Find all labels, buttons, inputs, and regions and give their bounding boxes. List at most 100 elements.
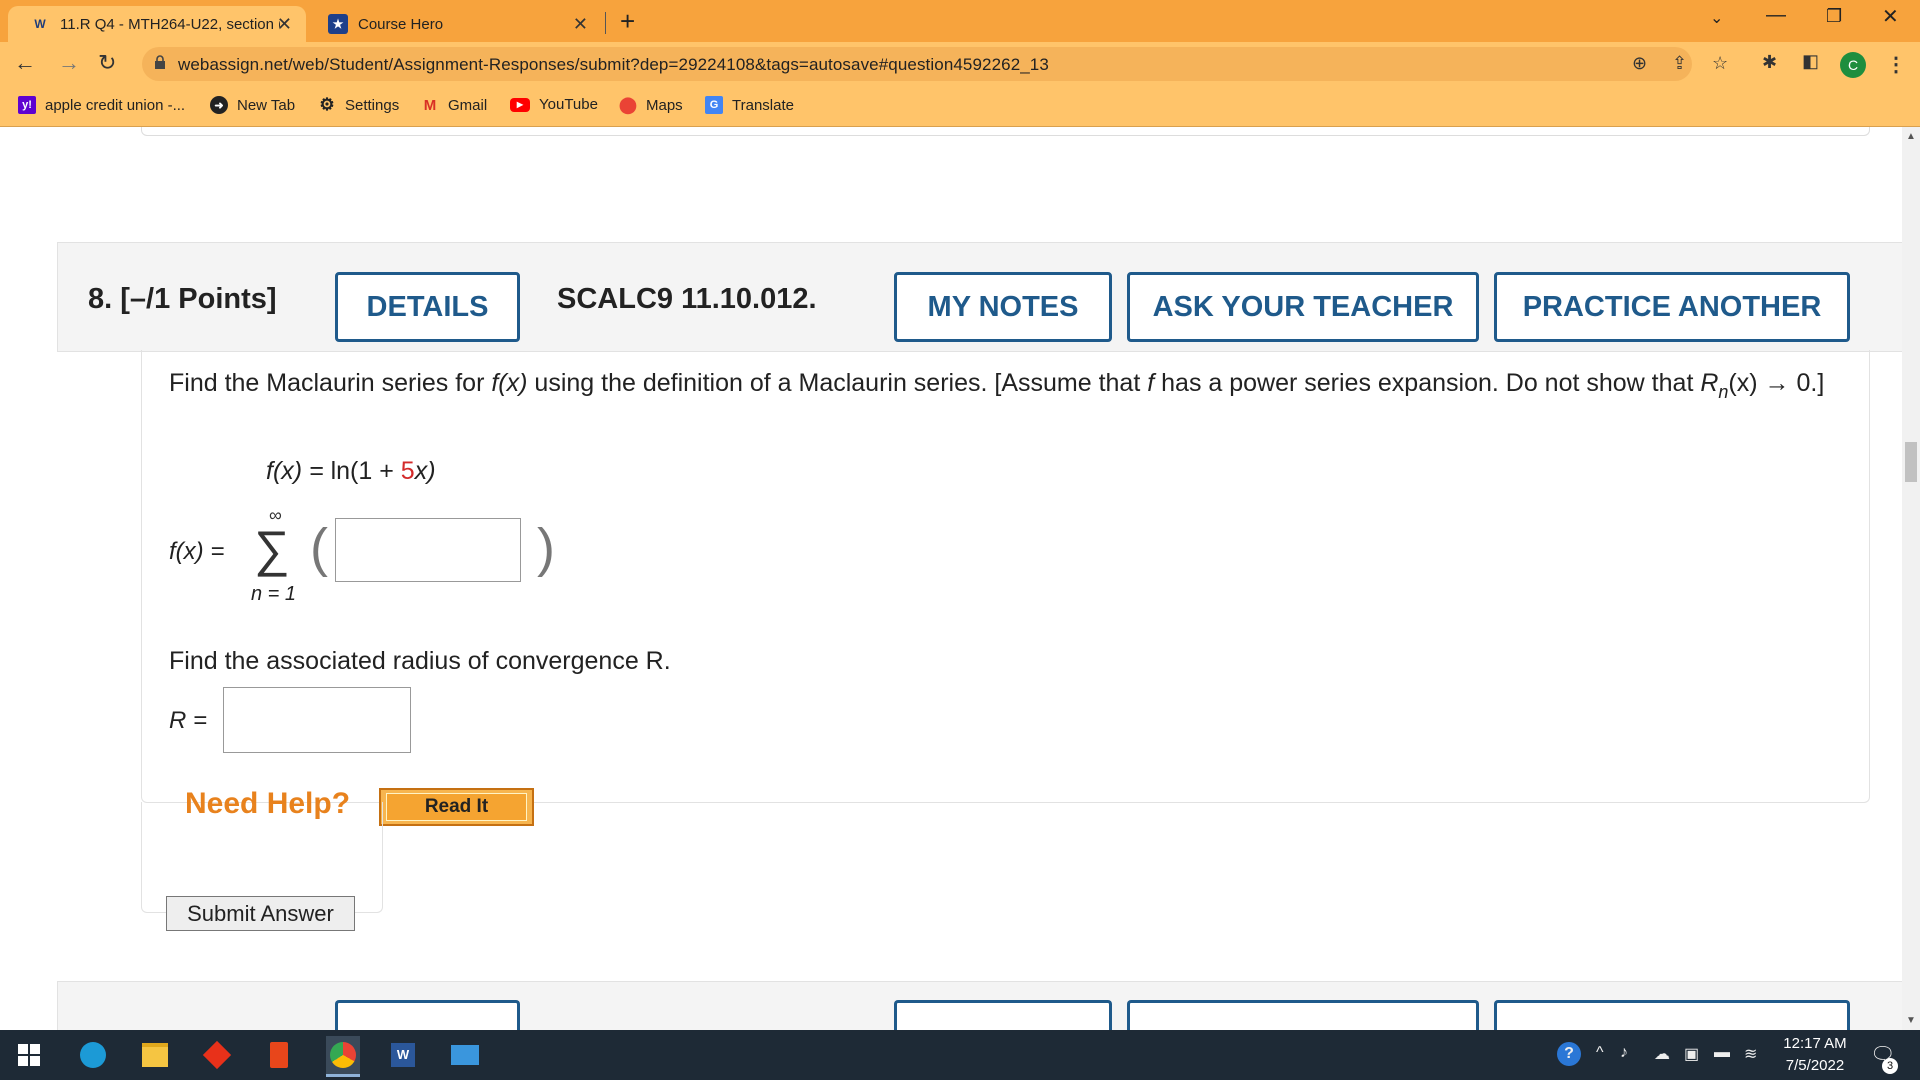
window-close-icon[interactable]: ✕: [1882, 4, 1899, 29]
function-definition: f(x) = ln(1 + 5x): [266, 457, 436, 486]
radius-prompt: Find the associated radius of convergenc…: [169, 647, 671, 675]
app-red-diamond-icon[interactable]: [202, 1040, 232, 1070]
windows-taskbar: W ? ^ ♪ ☁ ▣ ▬ ≋ 🗨 3: [0, 1030, 1920, 1080]
bookmarks-bar: y! apple credit union -... ➜ New Tab ⚙ S…: [0, 86, 1920, 127]
read-it-button[interactable]: Read It: [379, 788, 534, 826]
show-hidden-icons-chevron[interactable]: ^: [1596, 1044, 1604, 1062]
bookmark-settings[interactable]: ⚙ Settings: [318, 95, 399, 114]
bookmark-gmail[interactable]: M Gmail: [421, 96, 487, 114]
forward-icon[interactable]: →: [58, 50, 80, 76]
globe-icon: ➜: [210, 96, 228, 114]
edge-icon[interactable]: [78, 1040, 108, 1070]
new-tab-icon[interactable]: +: [620, 6, 635, 37]
scroll-down-icon[interactable]: ▼: [1906, 1015, 1916, 1026]
file-explorer-icon[interactable]: [140, 1040, 170, 1070]
side-panel-icon[interactable]: ◧: [1802, 51, 1819, 72]
read-it-label: Read It: [386, 793, 527, 821]
function-rhs: ln(1 +: [330, 457, 401, 485]
bookmark-label: YouTube: [539, 96, 598, 113]
bookmark-label: Translate: [732, 96, 794, 114]
bookmark-label: Gmail: [448, 96, 488, 114]
lock-icon: [155, 55, 165, 69]
series-lhs: f(x) =: [169, 538, 225, 565]
menu-kebab-icon[interactable]: ⋮: [1886, 52, 1906, 77]
my-notes-button[interactable]: MY NOTES: [894, 272, 1112, 342]
course-hero-icon: ★: [328, 14, 348, 34]
translate-icon: G: [705, 96, 723, 114]
question-code: SCALC9 11.10.012.: [557, 283, 817, 315]
next-practice-another-button[interactable]: [1494, 1000, 1850, 1030]
gmail-icon: M: [423, 96, 437, 114]
bookmark-apple-credit-union[interactable]: y! apple credit union -...: [18, 96, 185, 114]
submit-answer-button[interactable]: Submit Answer: [166, 896, 355, 931]
notification-count-badge: 3: [1882, 1058, 1898, 1074]
share-icon[interactable]: ⇪: [1672, 53, 1687, 74]
maps-icon: ⬤: [619, 97, 637, 114]
office-icon[interactable]: [264, 1040, 294, 1070]
question-prompt: Find the Maclaurin series for f(x) using…: [169, 364, 1849, 404]
prompt-text: using the definition of a Maclaurin seri…: [527, 369, 1148, 397]
tab-title: 11.R Q4 - MTH264-U22, section (: [60, 15, 280, 33]
mail-icon[interactable]: [450, 1040, 480, 1070]
function-coefficient: 5: [400, 457, 415, 485]
previous-question-footer: [141, 127, 1870, 136]
onedrive-icon[interactable]: ☁: [1654, 1044, 1670, 1064]
bookmark-label: Maps: [646, 96, 683, 114]
tab-divider: [605, 12, 606, 34]
notification-count: 3: [1886, 1060, 1894, 1072]
zoom-icon[interactable]: ⊕: [1632, 53, 1647, 74]
next-details-button[interactable]: [335, 1000, 520, 1030]
prompt-subscript: n: [1718, 382, 1729, 402]
extensions-icon[interactable]: ✱: [1762, 52, 1777, 73]
address-bar[interactable]: webassign.net/web/Student/Assignment-Res…: [142, 47, 1728, 81]
minimize-icon[interactable]: —: [1766, 4, 1786, 27]
scrollbar-thumb[interactable]: [1905, 442, 1917, 482]
back-icon[interactable]: ←: [14, 50, 36, 76]
close-icon[interactable]: ✕: [573, 14, 588, 35]
bookmark-new-tab[interactable]: ➜ New Tab: [210, 96, 295, 114]
clock-date: 7/5/2022: [1785, 1057, 1845, 1074]
help-icon[interactable]: ?: [1557, 1042, 1581, 1066]
radius-input[interactable]: [223, 687, 411, 753]
reload-icon[interactable]: ↻: [98, 50, 116, 76]
bookmark-youtube[interactable]: ▶ YouTube: [510, 96, 598, 113]
bookmark-translate[interactable]: G Translate: [705, 96, 794, 114]
display-icon[interactable]: ▣: [1684, 1044, 1699, 1064]
page-viewport: 8. [–/1 Points] DETAILS SCALC9 11.10.012…: [0, 127, 1920, 1030]
prompt-text: Find the Maclaurin series for: [169, 369, 492, 397]
prompt-function: f(x): [491, 369, 528, 397]
close-icon[interactable]: ✕: [277, 14, 292, 35]
tab-course-hero[interactable]: ★ Course Hero ✕: [306, 6, 602, 42]
prompt-remainder: R: [1700, 369, 1719, 397]
yahoo-icon: y!: [18, 96, 36, 114]
clock-time: 12:17 AM: [1783, 1035, 1847, 1052]
function-rhs: x): [414, 457, 436, 485]
battery-icon[interactable]: ▬: [1714, 1044, 1730, 1062]
restore-icon[interactable]: ❐: [1826, 6, 1842, 27]
volume-icon[interactable]: ♪: [1620, 1044, 1628, 1062]
practice-another-button[interactable]: PRACTICE ANOTHER: [1494, 272, 1850, 342]
bookmark-star-icon[interactable]: ☆: [1712, 53, 1728, 74]
radius-lhs: R =: [169, 707, 208, 734]
toolbar: ← → ↻ webassign.net/web/Student/Assignme…: [0, 42, 1920, 86]
word-icon[interactable]: W: [388, 1040, 418, 1070]
taskbar-clock[interactable]: 12:17 AM 7/5/2022: [1760, 1033, 1870, 1077]
windows-start-icon[interactable]: [14, 1040, 44, 1070]
prompt-text: (x) → 0.]: [1728, 369, 1825, 397]
tab-webassign[interactable]: W 11.R Q4 - MTH264-U22, section ( ✕: [8, 6, 306, 42]
profile-avatar[interactable]: C: [1840, 52, 1866, 78]
details-button[interactable]: DETAILS: [335, 272, 520, 342]
tab-search-icon[interactable]: ⌄: [1710, 8, 1723, 28]
bookmark-maps[interactable]: ⬤ Maps: [619, 96, 683, 115]
series-term-input[interactable]: [335, 518, 521, 582]
next-my-notes-button[interactable]: [894, 1000, 1112, 1030]
chrome-icon[interactable]: [326, 1036, 360, 1077]
ask-your-teacher-button[interactable]: ASK YOUR TEACHER: [1127, 272, 1479, 342]
close-paren: ): [537, 518, 555, 578]
next-ask-your-teacher-button[interactable]: [1127, 1000, 1479, 1030]
scroll-up-icon[interactable]: ▲: [1906, 131, 1916, 142]
bookmark-label: apple credit union -...: [45, 96, 186, 114]
page-scrollbar[interactable]: ▲ ▼: [1902, 127, 1920, 1030]
prompt-text: has a power series expansion. Do not sho…: [1154, 369, 1701, 397]
wifi-icon[interactable]: ≋: [1744, 1044, 1757, 1064]
